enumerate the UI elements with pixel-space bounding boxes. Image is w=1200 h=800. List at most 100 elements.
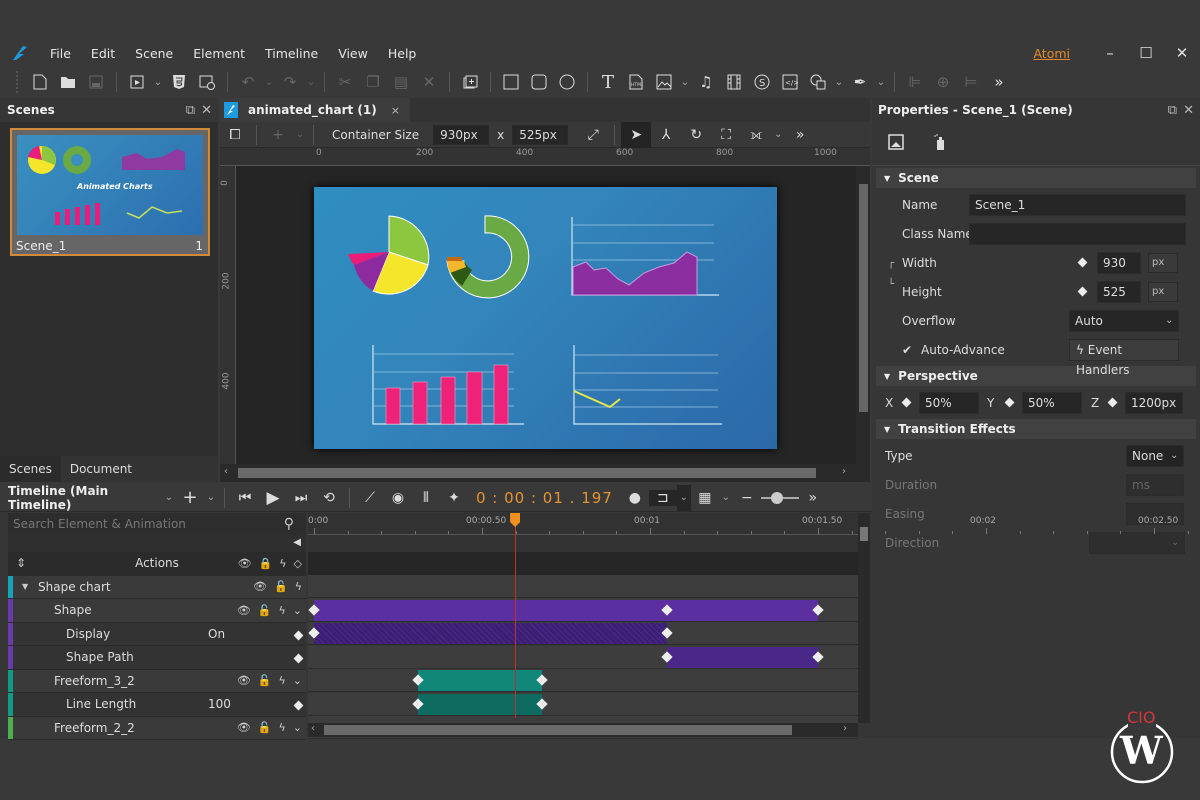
- preview-dropdown-chevron-icon[interactable]: ⌄: [151, 77, 165, 88]
- property-value[interactable]: On: [208, 627, 225, 641]
- audio-icon[interactable]: ♫: [692, 69, 720, 95]
- undo-dropdown-chevron-icon[interactable]: ⌄: [262, 77, 276, 88]
- timeline-horizontal-scrollbar[interactable]: ‹ ›: [308, 723, 858, 737]
- more-tools-icon[interactable]: »: [985, 69, 1013, 95]
- scene-stage[interactable]: [314, 187, 777, 449]
- timeline-tracks[interactable]: 0:0000:00.5000:0100:01.5000:0200:02.5000…: [308, 513, 1189, 739]
- go-to-start-icon[interactable]: ⏮: [231, 490, 259, 506]
- transform-origin-icon[interactable]: ⅄: [651, 122, 681, 148]
- menu-view[interactable]: View: [328, 46, 378, 61]
- grid-dropdown-chevron-icon[interactable]: ⌄: [719, 492, 733, 503]
- expand-properties-icon[interactable]: ⌄: [293, 721, 302, 734]
- copy-icon[interactable]: ❐: [359, 69, 387, 95]
- image-icon[interactable]: [650, 69, 678, 95]
- fit-to-screen-icon[interactable]: ⤢: [578, 122, 608, 148]
- loop-icon[interactable]: ⟲: [315, 490, 343, 506]
- transition-section-header[interactable]: ▼ Transition Effects: [876, 419, 1196, 439]
- close-panel-icon[interactable]: ✕: [201, 103, 212, 118]
- animation-bar[interactable]: [666, 646, 818, 668]
- height-unit-select[interactable]: px: [1148, 281, 1178, 302]
- redo-icon[interactable]: ↷: [276, 69, 304, 95]
- eye-icon[interactable]: 👁: [237, 674, 251, 687]
- menu-scene[interactable]: Scene: [125, 46, 183, 61]
- height-input[interactable]: 525: [1097, 280, 1141, 303]
- keyframe-diamond-icon[interactable]: [1004, 397, 1015, 408]
- canvas-horizontal-scrollbar[interactable]: ‹ ›: [220, 464, 870, 482]
- canvas-vertical-scrollbar[interactable]: [856, 166, 870, 464]
- playhead[interactable]: [515, 523, 517, 718]
- minimize-button[interactable]: –: [1092, 44, 1128, 62]
- tab-scenes[interactable]: Scenes: [0, 456, 61, 482]
- timeline-layer-row[interactable]: ▼ Shape chart 👁 🔓 ϟ: [8, 575, 306, 599]
- timecode-display[interactable]: 0 : 00 : 01 . 197: [476, 489, 613, 507]
- align-right-icon[interactable]: ⊨: [957, 69, 985, 95]
- menu-file[interactable]: File: [40, 46, 81, 61]
- rounded-rectangle-icon[interactable]: [525, 69, 553, 95]
- symbol-icon[interactable]: S: [748, 69, 776, 95]
- timeline-vertical-scrollbar[interactable]: [858, 513, 870, 723]
- timeline-select-chevron-icon[interactable]: ⌄: [162, 492, 176, 503]
- preview-icon[interactable]: [123, 69, 151, 95]
- snap-dropdown-chevron-icon[interactable]: ⌄: [676, 484, 691, 511]
- animation-bar[interactable]: [418, 693, 543, 715]
- expand-properties-icon[interactable]: ⌄: [293, 674, 302, 687]
- track-row[interactable]: [308, 692, 858, 716]
- lock-icon[interactable]: 🔓: [274, 580, 288, 593]
- record-icon[interactable]: ◉: [384, 490, 412, 506]
- add-dropdown-chevron-icon[interactable]: ⌄: [204, 492, 218, 503]
- html-widget-icon[interactable]: HTML: [622, 69, 650, 95]
- eye-icon[interactable]: 👁: [238, 557, 252, 570]
- timeline-layer-row[interactable]: Shape 👁 🔓 ϟ ⌄: [8, 599, 306, 623]
- scene-properties-icon[interactable]: [888, 134, 904, 153]
- scrollbar-thumb[interactable]: [238, 468, 816, 478]
- expand-properties-icon[interactable]: ⌄: [293, 604, 302, 617]
- distort-tool-icon[interactable]: ⟗: [741, 122, 771, 148]
- menu-help[interactable]: Help: [378, 46, 427, 61]
- animation-bar[interactable]: [314, 599, 818, 621]
- play-icon[interactable]: ▶: [259, 488, 287, 508]
- resize-tool-icon[interactable]: ⛶: [711, 122, 741, 148]
- animation-bar[interactable]: [418, 670, 543, 691]
- lightning-icon[interactable]: ϟ: [279, 674, 286, 687]
- tab-document[interactable]: Document: [61, 456, 141, 482]
- new-file-icon[interactable]: [26, 69, 54, 95]
- bar-chart-graphic[interactable]: [372, 345, 524, 425]
- export-video-icon[interactable]: [193, 69, 221, 95]
- align-left-icon[interactable]: ⊫: [901, 69, 929, 95]
- eye-icon[interactable]: 👁: [237, 721, 251, 734]
- perspective-y-input[interactable]: 50%: [1022, 391, 1082, 414]
- add-breakpoint-icon[interactable]: +: [263, 122, 293, 148]
- document-tab[interactable]: animated_chart (1) ×: [220, 98, 410, 122]
- cut-icon[interactable]: ✂: [331, 69, 359, 95]
- lightning-icon[interactable]: ϟ: [279, 721, 286, 734]
- perspective-x-input[interactable]: 50%: [919, 391, 979, 414]
- embed-code-icon[interactable]: </>: [776, 69, 804, 95]
- width-unit-select[interactable]: px: [1148, 252, 1178, 273]
- timeline-layer-row[interactable]: Freeform_3_2 👁 🔓 ϟ ⌄: [8, 669, 306, 693]
- timeline-layer-row[interactable]: Shape Path: [8, 646, 306, 670]
- scrollbar-thumb[interactable]: [324, 725, 792, 735]
- donut-chart-graphic[interactable]: [446, 215, 530, 299]
- add-timeline-icon[interactable]: +: [176, 487, 204, 508]
- canvas[interactable]: [236, 166, 856, 464]
- rectangle-icon[interactable]: [497, 69, 525, 95]
- lock-icon[interactable]: 🔓: [258, 604, 272, 617]
- lightning-icon[interactable]: ϟ: [279, 557, 286, 570]
- open-folder-icon[interactable]: [54, 69, 82, 95]
- expand-triangle-icon[interactable]: ▼: [22, 582, 28, 591]
- lightning-icon[interactable]: ϟ: [295, 580, 302, 593]
- track-row[interactable]: [308, 669, 858, 692]
- image-dropdown-chevron-icon[interactable]: ⌄: [678, 77, 692, 88]
- timeline-search[interactable]: Search Element & Animation ⚲: [8, 513, 306, 535]
- user-account-link[interactable]: Atomi: [1033, 46, 1070, 61]
- lightning-icon[interactable]: ϟ: [279, 604, 286, 617]
- menu-element[interactable]: Element: [183, 46, 255, 61]
- pie-chart-graphic[interactable]: [348, 215, 430, 295]
- paste-icon[interactable]: ▤: [387, 69, 415, 95]
- scroll-left-icon[interactable]: ‹: [311, 723, 315, 734]
- width-input[interactable]: 930: [1097, 251, 1141, 274]
- add-keyframe-icon[interactable]: [293, 653, 304, 664]
- keyframe-diamond-icon[interactable]: [1077, 286, 1088, 297]
- responsive-device-icon[interactable]: ⧠: [220, 122, 250, 148]
- add-container-icon[interactable]: [456, 69, 484, 95]
